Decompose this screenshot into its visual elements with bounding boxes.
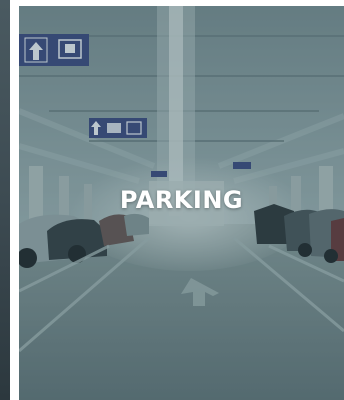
gutter bbox=[10, 0, 19, 400]
adjacent-photo-edge bbox=[0, 0, 10, 400]
parking-card[interactable]: PARKING bbox=[19, 6, 344, 400]
card-title: PARKING bbox=[119, 186, 244, 214]
